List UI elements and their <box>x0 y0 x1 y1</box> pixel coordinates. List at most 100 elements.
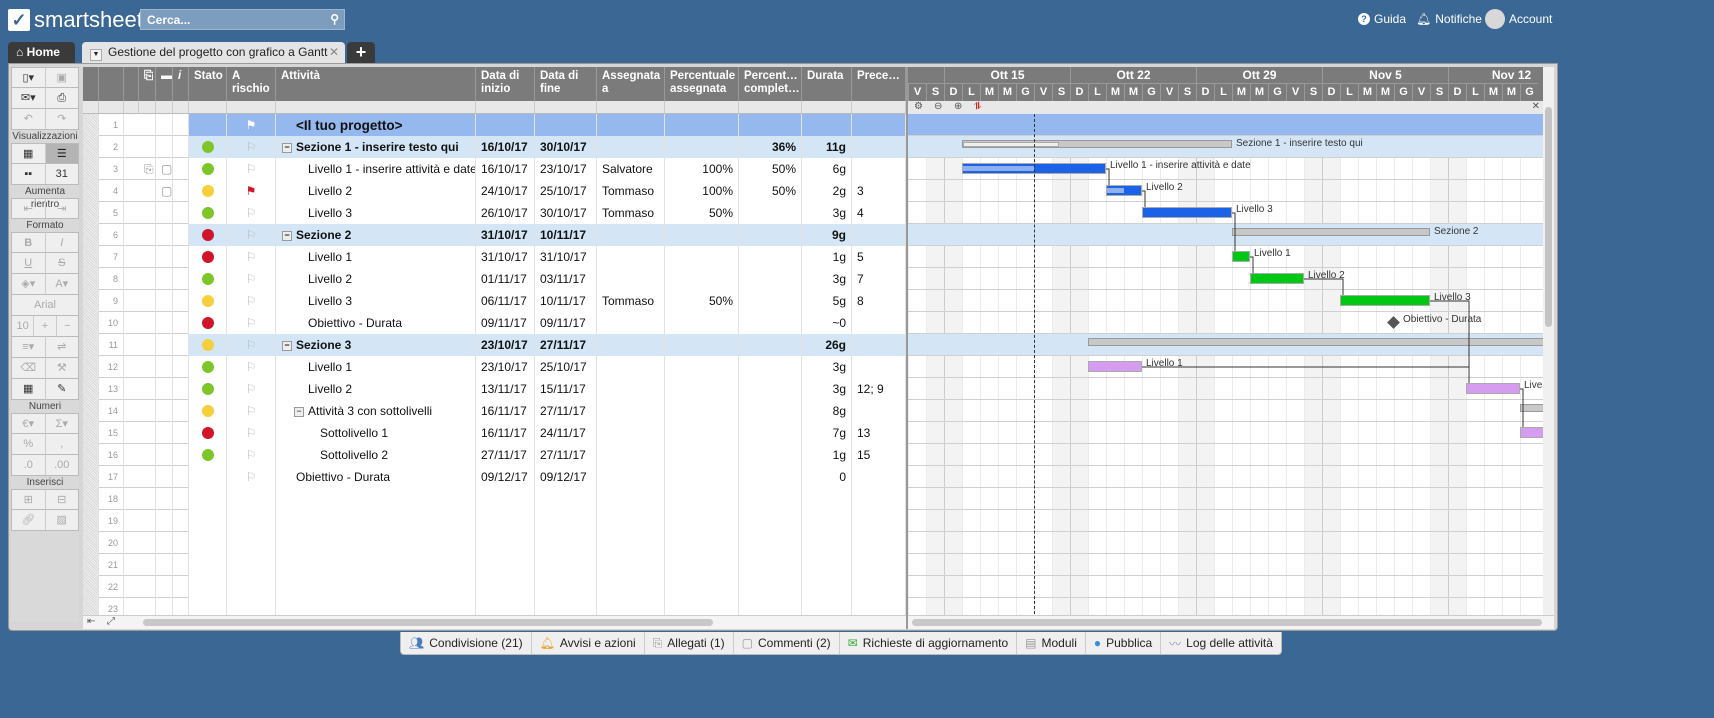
cell-pct-assigned[interactable] <box>665 356 739 378</box>
cell-status[interactable] <box>189 290 227 312</box>
status-red-dot[interactable] <box>201 229 214 241</box>
cell-at-risk[interactable]: ⚐ <box>227 466 276 488</box>
grid-horizontal-scrollbar[interactable]: ⇤ ⤢ <box>83 615 906 629</box>
collapse-toggle[interactable]: − <box>282 340 292 351</box>
table-row[interactable]: 23 <box>83 598 906 615</box>
cell-duration[interactable] <box>802 114 852 136</box>
cell-duration[interactable]: 3g <box>802 268 852 290</box>
cell-pct-assigned[interactable]: 100% <box>665 180 739 202</box>
cell-status[interactable] <box>189 532 227 554</box>
cell-task[interactable] <box>276 532 476 554</box>
cell-status[interactable] <box>189 334 227 356</box>
bottom-tab-attachment[interactable]: ⎘ Allegati (1) <box>645 632 734 654</box>
column-header-assigned-to[interactable]: Assegnata a <box>597 67 665 101</box>
cell-comments[interactable] <box>156 290 173 312</box>
cell-start-date[interactable]: 31/10/17 <box>476 224 535 246</box>
table-row[interactable]: 14 ⚐ − Attività 3 con sottolivelli 16/11/17 2… <box>83 400 906 422</box>
insert-row-icon[interactable]: ⊞ <box>12 490 46 509</box>
cell-end-date[interactable]: 27/11/17 <box>535 400 597 422</box>
row-drag-handle[interactable] <box>83 268 99 290</box>
cell-at-risk[interactable]: ⚐ <box>227 158 276 180</box>
cell-at-risk[interactable]: ⚐ <box>227 378 276 400</box>
cell-duration[interactable]: 9g <box>802 224 852 246</box>
flag-icon[interactable]: ⚐ <box>246 140 257 154</box>
font-size-select[interactable]: 10 <box>12 316 35 336</box>
cell-attachments[interactable]: ⎘ <box>139 158 156 180</box>
cell-duration[interactable]: 1g <box>802 444 852 466</box>
cell-at-risk[interactable]: ⚐ <box>227 422 276 444</box>
cell-comments[interactable] <box>156 598 173 615</box>
tab-home[interactable]: ⌂ Home <box>8 42 75 63</box>
cell-duration[interactable] <box>802 576 852 598</box>
comment-column-icon[interactable]: ▬ <box>156 67 173 101</box>
collapse-toggle[interactable]: − <box>282 142 292 153</box>
cell-status[interactable] <box>189 466 227 488</box>
table-row[interactable]: 1 ⚑ <Il tuo progetto> <box>83 114 906 136</box>
percent-icon[interactable]: % <box>12 434 46 454</box>
cell-comments[interactable] <box>156 114 173 136</box>
card-view-icon[interactable]: ▪▪ <box>12 164 46 184</box>
new-icon[interactable]: ▯▾ <box>12 68 46 87</box>
cell-end-date[interactable] <box>535 598 597 615</box>
cell-duration[interactable]: 0 <box>802 466 852 488</box>
flag-icon[interactable]: ⚐ <box>246 228 257 242</box>
cell-duration[interactable]: 6g <box>802 158 852 180</box>
cell-start-date[interactable] <box>476 488 535 510</box>
expand-icon[interactable]: ⤢ <box>107 616 115 627</box>
table-row[interactable]: 8 ⚐ Livello 2 01/11/17 03/11/17 3g 7 <box>83 268 906 290</box>
cell-task[interactable]: Obiettivo - Durata <box>276 466 476 488</box>
cell-status[interactable] <box>189 488 227 510</box>
notifications-link[interactable]: 🔔︎ Notifiche <box>1416 12 1482 26</box>
cell-comments[interactable] <box>156 400 173 422</box>
cell-status[interactable] <box>189 224 227 246</box>
bottom-tab-share[interactable]: 👥︎ Condivisione (21) <box>401 632 532 654</box>
cell-pct-complete[interactable] <box>739 202 802 224</box>
status-yellow-dot[interactable] <box>201 339 214 351</box>
cell-pct-complete[interactable] <box>739 268 802 290</box>
cell-status[interactable] <box>189 400 227 422</box>
cell-pct-assigned[interactable] <box>665 532 739 554</box>
table-row[interactable]: 17 ⚐ Obiettivo - Durata 09/12/17 09/12/17 0 <box>83 466 906 488</box>
cell-task[interactable]: Livello 3 <box>276 290 476 312</box>
cell-predecessors[interactable]: 8 <box>852 290 906 312</box>
cell-task[interactable]: − Attività 3 con sottolivelli <box>276 400 476 422</box>
column-header-status[interactable]: Stato <box>189 67 227 101</box>
cell-pct-assigned[interactable]: 100% <box>665 158 739 180</box>
conditional-format-icon[interactable]: ▦ <box>12 379 46 399</box>
cell-assigned-to[interactable] <box>597 510 665 532</box>
flag-icon[interactable]: ⚐ <box>246 206 257 220</box>
row-drag-handle[interactable] <box>83 224 99 246</box>
table-row[interactable]: 7 ⚐ Livello 1 31/10/17 31/10/17 1g 5 <box>83 246 906 268</box>
close-icon[interactable]: ✕ <box>329 45 339 59</box>
cell-pct-complete[interactable] <box>739 422 802 444</box>
cell-status[interactable] <box>189 598 227 615</box>
cell-info[interactable] <box>173 510 189 532</box>
status-red-dot[interactable] <box>201 427 214 439</box>
vertical-scroll-thumb[interactable] <box>1545 107 1552 327</box>
cell-predecessors[interactable] <box>852 598 906 615</box>
cell-task[interactable]: Livello 2 <box>276 268 476 290</box>
table-row[interactable]: 21 <box>83 554 906 576</box>
cell-comments[interactable] <box>156 334 173 356</box>
status-green-dot[interactable] <box>201 141 214 153</box>
cell-info[interactable] <box>173 532 189 554</box>
row-drag-handle[interactable] <box>83 312 99 334</box>
email-icon[interactable]: ✉▾ <box>12 88 46 108</box>
cell-pct-complete[interactable] <box>739 356 802 378</box>
cell-start-date[interactable]: 13/11/17 <box>476 378 535 400</box>
fill-color-icon[interactable]: ◈▾ <box>12 274 46 294</box>
italic-icon[interactable]: I <box>46 233 79 252</box>
cell-pct-complete[interactable]: 36% <box>739 136 802 158</box>
cell-pct-complete[interactable]: 50% <box>739 180 802 202</box>
bottom-tab-publish[interactable]: ● Pubblica <box>1086 632 1162 654</box>
cell-info[interactable] <box>173 312 189 334</box>
cell-info[interactable] <box>173 290 189 312</box>
status-yellow-dot[interactable] <box>201 295 214 307</box>
cell-predecessors[interactable] <box>852 466 906 488</box>
table-row[interactable]: 15 ⚐ Sottolivello 1 16/11/17 24/11/17 7g 13 <box>83 422 906 444</box>
cell-task[interactable]: Livello 2 <box>276 378 476 400</box>
cell-assigned-to[interactable] <box>597 378 665 400</box>
cell-duration[interactable] <box>802 532 852 554</box>
image-icon[interactable]: ▨ <box>46 510 79 530</box>
cell-end-date[interactable] <box>535 510 597 532</box>
